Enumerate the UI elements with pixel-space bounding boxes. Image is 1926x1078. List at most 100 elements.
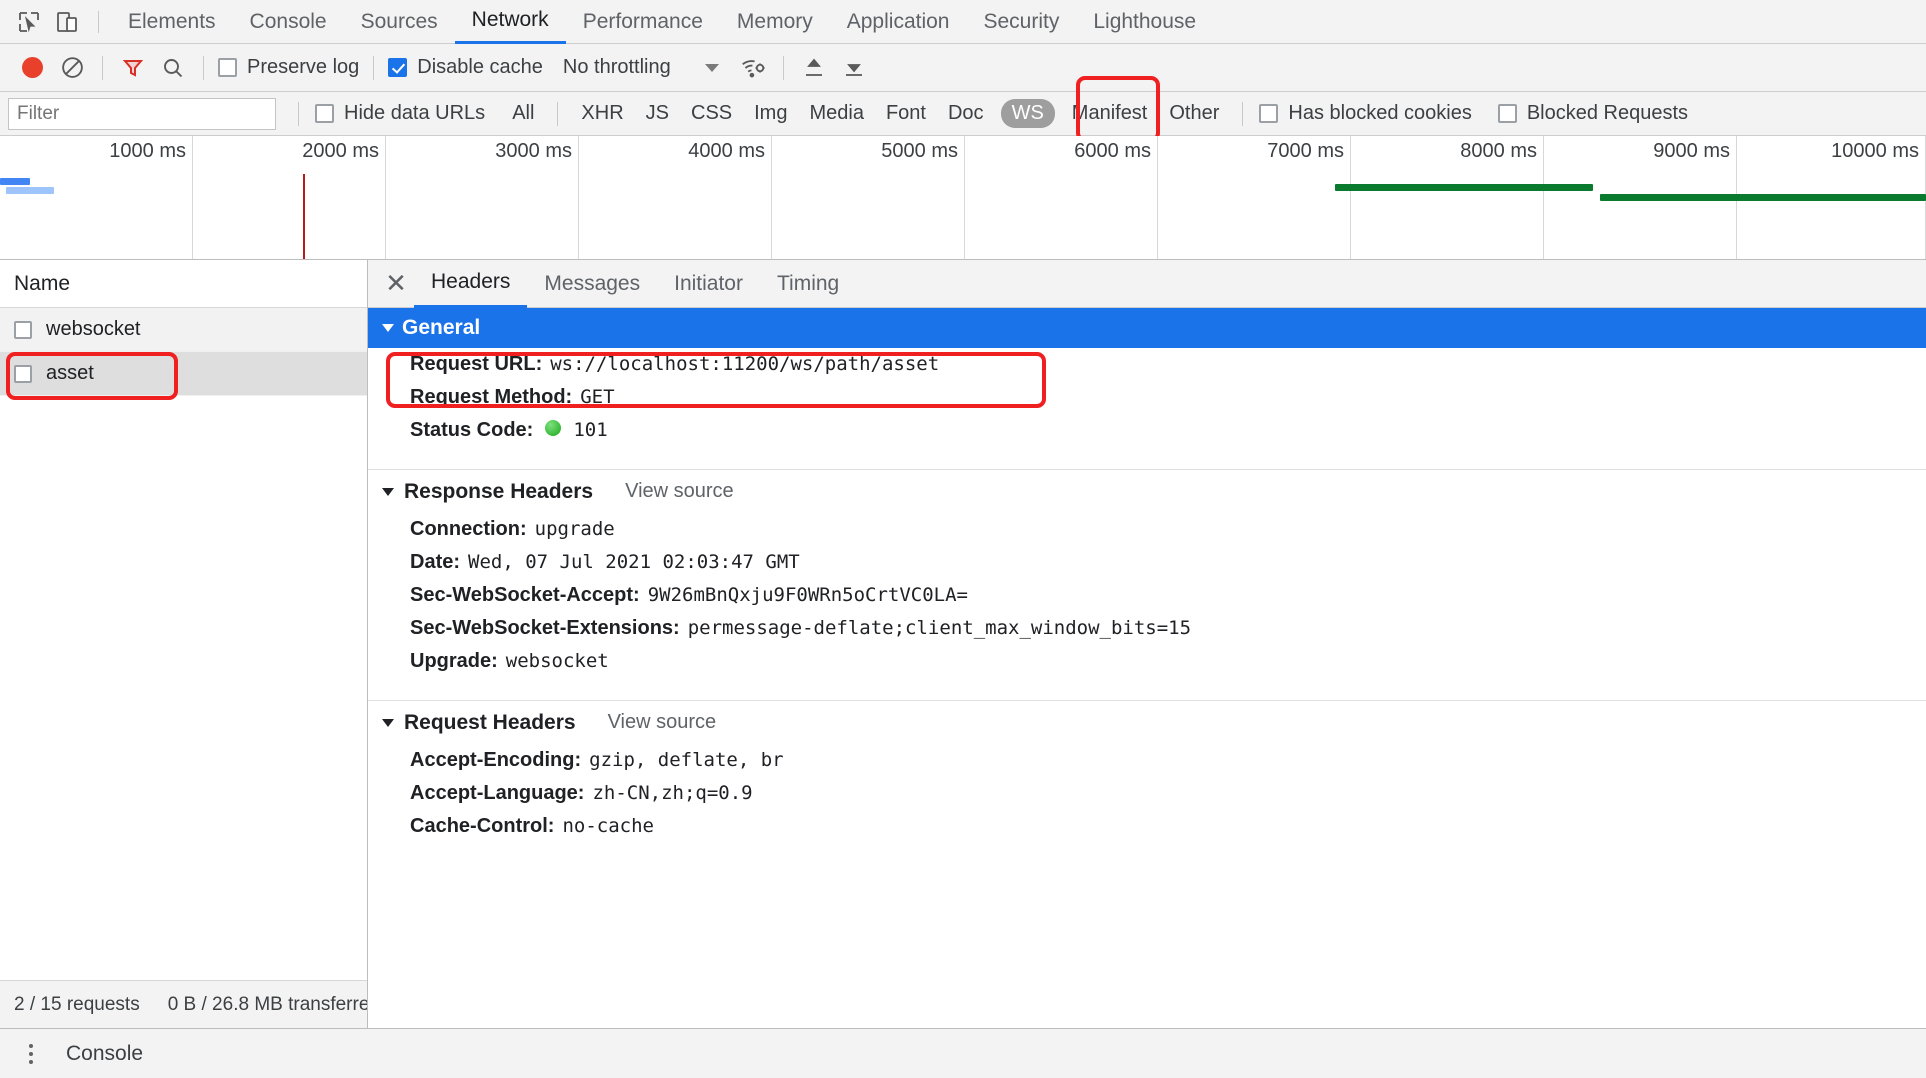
close-icon[interactable]: ✕: [378, 266, 414, 302]
network-toolbar: Preserve log Disable cache No throttling: [0, 44, 1926, 92]
header-row-accept-encoding: Accept-Encoding: gzip, deflate, br: [368, 744, 1926, 777]
overview-tick: 6000 ms: [965, 136, 1158, 259]
overview-tick-label: 6000 ms: [1074, 140, 1151, 162]
request-row-websocket[interactable]: websocket: [0, 308, 367, 352]
row-checkbox-icon[interactable]: [14, 364, 32, 383]
tab-label: Sources: [360, 9, 438, 33]
tab-network[interactable]: Network: [454, 0, 566, 44]
filter-chip-css[interactable]: CSS: [680, 99, 743, 128]
overview-tick-label: 5000 ms: [881, 140, 958, 162]
header-key: Request URL:: [410, 353, 543, 375]
section-title: Response Headers: [404, 479, 594, 503]
record-stop-icon[interactable]: [12, 48, 52, 88]
search-icon[interactable]: [153, 48, 193, 88]
tab-label: Elements: [128, 9, 216, 33]
tab-application[interactable]: Application: [830, 0, 967, 44]
tab-lighthouse[interactable]: Lighthouse: [1076, 0, 1213, 44]
detail-tab-initiator[interactable]: Initiator: [657, 260, 760, 308]
detail-tab-headers[interactable]: Headers: [414, 260, 528, 308]
blocked-requests-box: [1497, 104, 1517, 123]
device-toolbar-icon[interactable]: [48, 3, 86, 41]
header-key: Request Method:: [410, 386, 573, 408]
header-row-request-method: Request Method: GET: [368, 381, 1926, 414]
chevron-down-icon: [704, 63, 719, 72]
section-title: General: [402, 316, 481, 339]
header-key: Sec-WebSocket-Accept:: [410, 584, 640, 606]
chip-label: Doc: [947, 102, 984, 124]
hide-data-urls-label: Hide data URLs: [344, 102, 486, 124]
chip-label: Media: [809, 102, 864, 124]
triangle-down-icon: [382, 324, 394, 332]
drawer-tab-console[interactable]: Console: [54, 1042, 143, 1066]
request-list-header: Name: [0, 260, 367, 308]
view-source-link-request[interactable]: View source: [608, 711, 717, 734]
filter-chip-img[interactable]: Img: [743, 99, 798, 128]
filter-chip-ws[interactable]: WS: [1000, 99, 1055, 128]
tab-console[interactable]: Console: [233, 0, 344, 44]
triangle-down-icon: [382, 487, 394, 496]
filter-chip-doc[interactable]: Doc: [937, 99, 995, 128]
more-vertical-icon[interactable]: [14, 1037, 48, 1071]
header-row-status-code: Status Code: 101: [368, 414, 1926, 447]
detail-tab-timing[interactable]: Timing: [760, 260, 856, 308]
filter-funnel-icon[interactable]: [113, 48, 153, 88]
request-row-asset[interactable]: asset: [0, 352, 367, 396]
devtools-tabbar: Elements Console Sources Network Perform…: [0, 0, 1926, 44]
preserve-log-box: [218, 58, 237, 77]
header-value: 101: [573, 419, 608, 441]
chip-label: Manifest: [1071, 102, 1148, 124]
header-key: Upgrade:: [410, 650, 498, 672]
section-response-headers[interactable]: Response Headers View source: [368, 469, 1926, 513]
filter-chip-manifest[interactable]: Manifest: [1061, 99, 1159, 128]
import-har-icon[interactable]: [794, 48, 834, 88]
filter-chip-font[interactable]: Font: [875, 99, 937, 128]
header-row-accept-language: Accept-Language: zh-CN,zh;q=0.9: [368, 777, 1926, 810]
throttling-value: No throttling: [562, 56, 671, 78]
overview-tick-label: 8000 ms: [1460, 140, 1537, 162]
header-value: 9W26mBnQxju9F0WRn5oCrtVC0LA=: [647, 584, 968, 606]
overview-tick-label: 3000 ms: [495, 140, 572, 162]
throttling-select[interactable]: No throttling: [563, 56, 719, 79]
chip-label: JS: [645, 102, 669, 124]
row-checkbox-icon[interactable]: [14, 320, 32, 339]
tab-elements[interactable]: Elements: [111, 0, 233, 44]
header-value: no-cache: [562, 815, 654, 837]
header-key: Accept-Encoding:: [410, 749, 582, 771]
network-overview-timeline[interactable]: 1000 ms 2000 ms 3000 ms 4000 ms 5000 ms …: [0, 136, 1926, 260]
detail-tab-label: Initiator: [674, 271, 743, 295]
blocked-requests-checkbox[interactable]: Blocked Requests: [1494, 102, 1692, 125]
network-conditions-icon[interactable]: [733, 48, 773, 88]
section-general-header[interactable]: General: [368, 308, 1926, 348]
filter-chip-xhr[interactable]: XHR: [570, 99, 634, 128]
has-blocked-cookies-checkbox[interactable]: Has blocked cookies: [1255, 102, 1475, 125]
disable-cache-checkbox[interactable]: Disable cache: [384, 56, 547, 79]
network-main: Name websocket asset 2 / 15 requests 0 B…: [0, 260, 1926, 1028]
section-request-headers[interactable]: Request Headers View source: [368, 700, 1926, 744]
export-har-icon[interactable]: [834, 48, 874, 88]
view-source-link-response[interactable]: View source: [625, 480, 734, 503]
hide-data-urls-checkbox[interactable]: Hide data URLs: [311, 102, 489, 125]
filter-input[interactable]: [8, 97, 276, 130]
overview-tick: 4000 ms: [579, 136, 772, 259]
filter-chip-all[interactable]: All: [501, 99, 545, 128]
header-key: Date:: [410, 551, 461, 573]
overview-tick: 1000 ms: [0, 136, 193, 259]
tab-label: Application: [846, 9, 950, 33]
inspect-cursor-icon[interactable]: [10, 3, 48, 41]
filter-chip-other[interactable]: Other: [1158, 99, 1230, 128]
preserve-log-checkbox[interactable]: Preserve log: [214, 56, 363, 79]
filter-chip-js[interactable]: JS: [635, 99, 680, 128]
tab-security[interactable]: Security: [966, 0, 1076, 44]
tab-performance[interactable]: Performance: [566, 0, 720, 44]
request-list[interactable]: websocket asset: [0, 308, 367, 980]
column-header-name: Name: [14, 271, 71, 295]
tab-sources[interactable]: Sources: [344, 0, 455, 44]
detail-tab-messages[interactable]: Messages: [527, 260, 657, 308]
overview-tick: 8000 ms: [1351, 136, 1544, 259]
tab-label: Network: [471, 8, 549, 31]
status-ok-icon: [545, 420, 562, 436]
filter-chip-media[interactable]: Media: [798, 99, 874, 128]
tab-memory[interactable]: Memory: [720, 0, 830, 44]
clear-icon[interactable]: [52, 48, 92, 88]
tab-label: Memory: [736, 9, 813, 33]
